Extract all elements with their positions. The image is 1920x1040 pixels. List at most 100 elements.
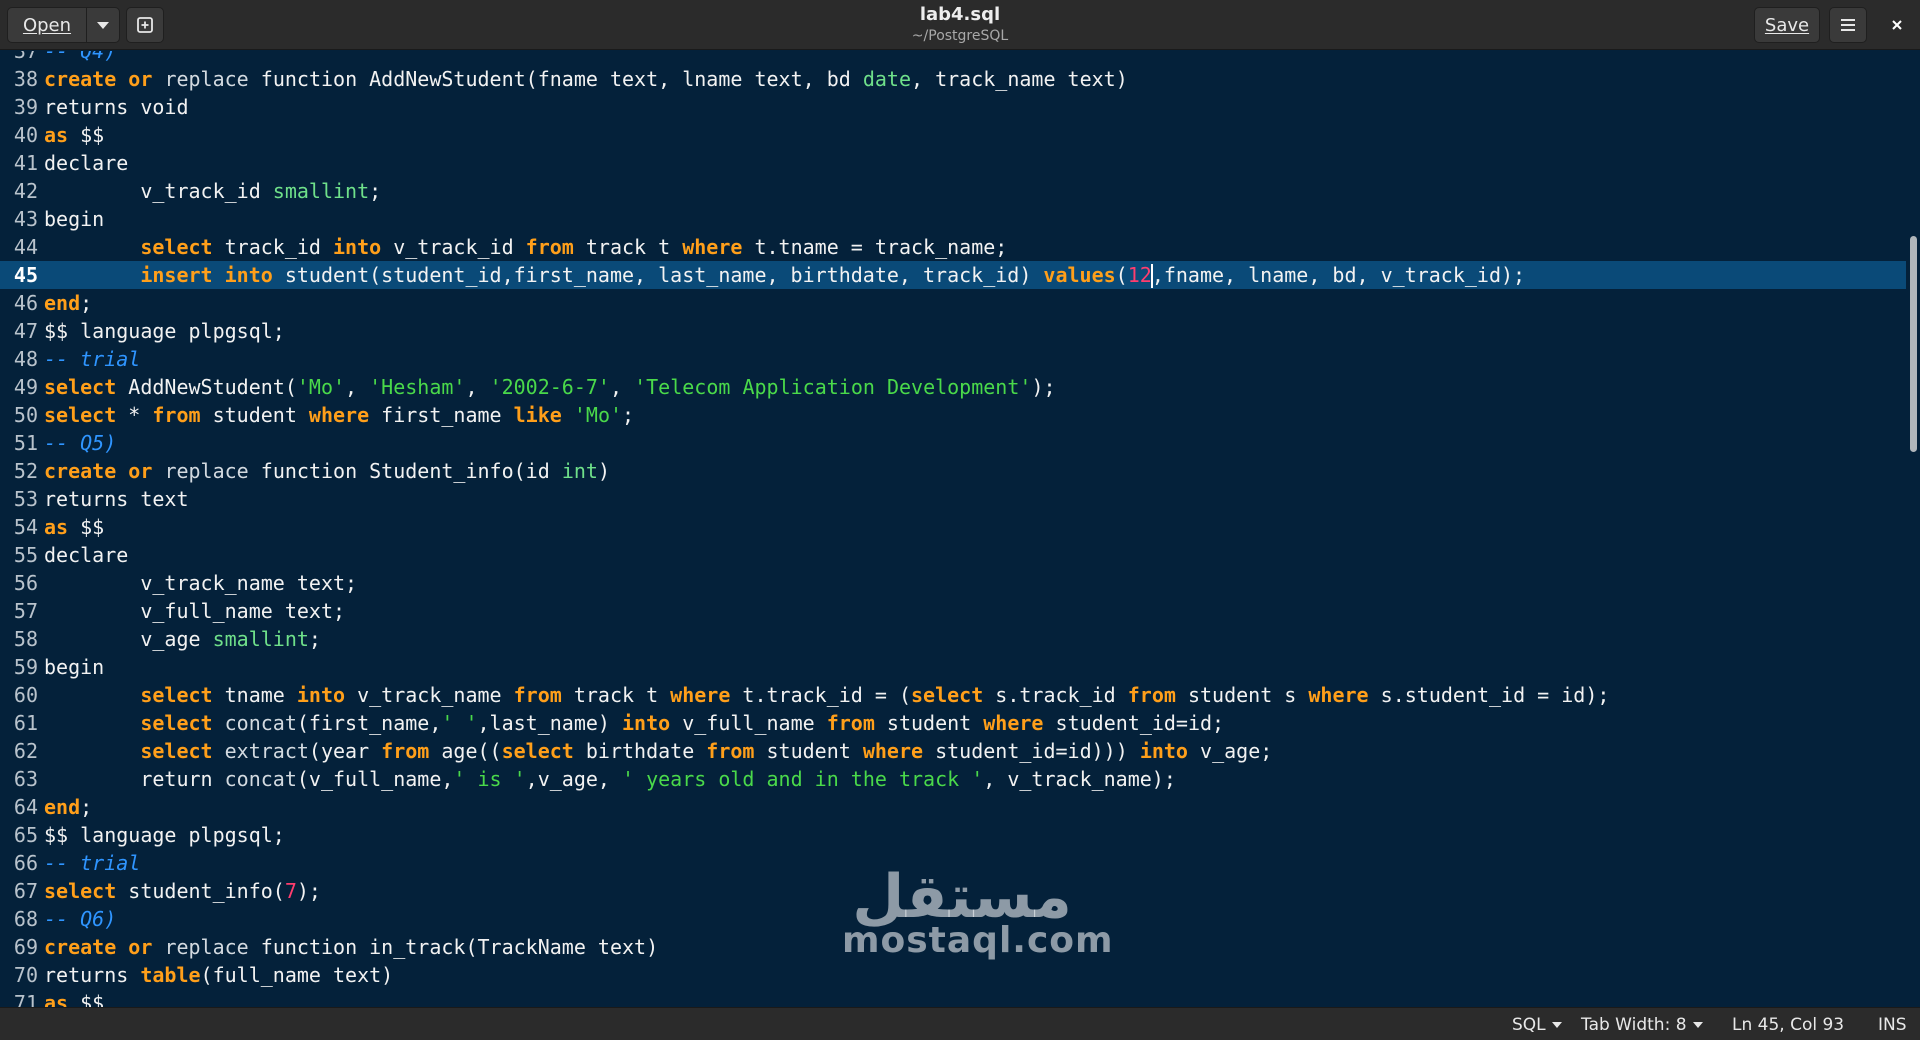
code-token: insert <box>140 262 213 287</box>
code-token: or <box>128 934 153 959</box>
code-line[interactable]: 37-- Q4) <box>0 51 1906 65</box>
code-token: from <box>513 682 562 707</box>
code-line[interactable]: 48 -- trial <box>0 345 1906 373</box>
line-number: 65 <box>13 822 38 847</box>
code-token: , track_name text) <box>911 66 1128 91</box>
code-token: ( <box>1115 262 1128 287</box>
code-line[interactable]: 43 begin <box>0 205 1906 233</box>
code-token: ' ' <box>441 710 478 735</box>
code-line[interactable]: 51 -- Q5) <box>0 429 1906 457</box>
code-token: where <box>670 682 731 707</box>
language-label: SQL <box>1512 1015 1546 1035</box>
code-token: select <box>140 738 213 763</box>
save-button[interactable]: Save <box>1754 7 1820 43</box>
current-code-line[interactable]: 45 insert into student(student_id,first_… <box>0 260 1906 289</box>
vertical-scrollbar[interactable] <box>1906 51 1920 1007</box>
code-token: tname <box>212 682 297 707</box>
code-token: into <box>224 262 273 287</box>
code-line[interactable]: 38 create or replace function AddNewStude… <box>0 65 1906 93</box>
code-token: replace <box>164 458 249 483</box>
code-line[interactable]: 56 v_track_name text; <box>0 569 1906 597</box>
code-token: into <box>1139 738 1188 763</box>
code-line[interactable]: 52 create or replace function Student_inf… <box>0 457 1906 485</box>
code-token: $$ language plpgsql; <box>44 318 285 343</box>
cursor-position[interactable]: Ln 45, Col 93 <box>1732 1014 1844 1036</box>
code-token: begin <box>44 206 105 231</box>
code-token: as <box>44 990 69 1008</box>
language-selector[interactable]: SQL <box>1512 1014 1562 1036</box>
line-number: 69 <box>13 934 38 959</box>
line-number: 60 <box>13 682 38 707</box>
window-title-area: lab4.sql ~/PostgreSQL <box>760 4 1160 46</box>
close-window-button[interactable] <box>1880 7 1914 43</box>
code-token: ); <box>296 878 321 903</box>
code-line[interactable]: 65 $$ language plpgsql; <box>0 821 1906 849</box>
code-token: select <box>44 402 117 427</box>
code-line[interactable]: 62 select extract(year from age((select … <box>0 737 1906 765</box>
code-line[interactable]: 61 select concat(first_name,' ',last_nam… <box>0 709 1906 737</box>
code-line[interactable]: 42 v_track_id smallint; <box>0 177 1906 205</box>
main-menu-button[interactable] <box>1829 7 1867 43</box>
code-token: student(student_id,first_name, last_name… <box>272 262 1044 287</box>
code-line[interactable]: 70 returns table(full_name text) <box>0 961 1906 989</box>
code-line[interactable]: 64 end; <box>0 793 1906 821</box>
code-token: student_id=id; <box>1043 710 1225 735</box>
window-subtitle: ~/PostgreSQL <box>911 28 1009 44</box>
code-token: ,v_age, <box>525 766 622 791</box>
code-line[interactable]: 40 as $$ <box>0 121 1906 149</box>
code-line[interactable]: 57 v_full_name text; <box>0 597 1906 625</box>
code-token: t.track_id = ( <box>730 682 912 707</box>
code-line[interactable]: 44 select track_id into v_track_id from … <box>0 233 1906 261</box>
code-token: $$ <box>68 990 105 1008</box>
line-number: 50 <box>13 402 38 427</box>
code-token: (v_full_name, <box>296 766 454 791</box>
code-token: student <box>200 402 309 427</box>
code-line[interactable]: 41 declare <box>0 149 1906 177</box>
code-line[interactable]: 50 select * from student where first_name… <box>0 401 1906 429</box>
code-token: declare <box>44 150 129 175</box>
code-line[interactable]: 49 select AddNewStudent('Mo', 'Hesham', '… <box>0 373 1906 401</box>
code-line[interactable]: 54 as $$ <box>0 513 1906 541</box>
code-line[interactable]: 55 declare <box>0 541 1906 569</box>
open-menu-button[interactable] <box>86 7 120 43</box>
code-line[interactable]: 47 $$ language plpgsql; <box>0 317 1906 345</box>
line-number: 70 <box>13 962 38 987</box>
code-token: 7 <box>284 878 297 903</box>
code-token: (first_name, <box>296 710 442 735</box>
code-token: v_track_name <box>345 682 514 707</box>
code-line[interactable]: 53 returns text <box>0 485 1906 513</box>
line-number: 55 <box>13 542 38 567</box>
tab-width-selector[interactable]: Tab Width: 8 <box>1581 1014 1703 1036</box>
code-line[interactable]: 63 return concat(v_full_name,' is ',v_ag… <box>0 765 1906 793</box>
code-token: select <box>140 234 213 259</box>
line-number: 63 <box>13 766 38 791</box>
code-token: date <box>862 66 911 91</box>
code-token: where <box>682 234 743 259</box>
line-number: 46 <box>13 290 38 315</box>
open-button[interactable]: Open <box>7 7 87 43</box>
code-line[interactable]: 60 select tname into v_track_name from t… <box>0 681 1906 709</box>
line-number: 44 <box>13 234 38 259</box>
code-token: $$ language plpgsql; <box>44 822 285 847</box>
code-line[interactable]: 46 end; <box>0 289 1906 317</box>
code-token: ; <box>369 178 382 203</box>
scrollbar-thumb[interactable] <box>1910 236 1917 452</box>
code-token: -- Q5) <box>44 430 117 455</box>
code-line[interactable]: 58 v_age smallint; <box>0 625 1906 653</box>
code-token: or <box>128 458 153 483</box>
open-button-label: Open <box>22 14 72 36</box>
code-token: create <box>44 66 117 91</box>
code-token: first_name <box>369 402 514 427</box>
code-token: select <box>911 682 984 707</box>
new-tab-button[interactable] <box>126 7 164 43</box>
code-line[interactable]: 59 begin <box>0 653 1906 681</box>
code-line[interactable]: 39 returns void <box>0 93 1906 121</box>
code-token: from <box>826 710 875 735</box>
code-token: ; <box>622 402 635 427</box>
code-line[interactable]: 71 as $$ <box>0 989 1906 1008</box>
